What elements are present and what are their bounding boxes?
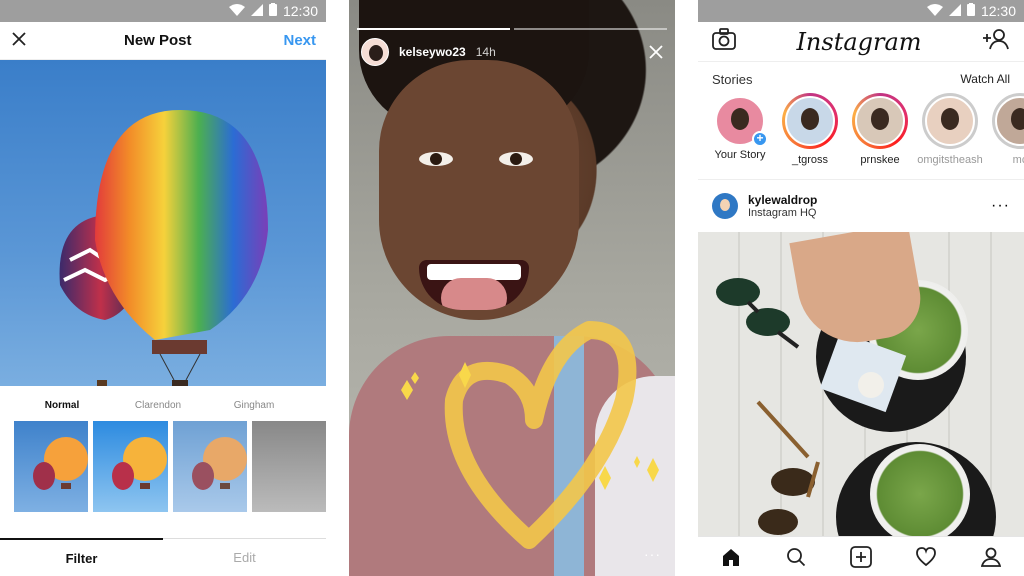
avatar-ring — [992, 93, 1024, 149]
avatar-ring — [922, 93, 978, 149]
filter-thumbnail-gingham[interactable] — [172, 421, 247, 512]
story-label: _tgross — [791, 154, 829, 166]
stories-header: Stories Watch All — [698, 62, 1024, 87]
filter-thumbnail-normal[interactable] — [14, 421, 89, 512]
wifi-icon — [926, 3, 943, 19]
instagram-logo: Instagram — [796, 27, 922, 56]
status-bar: 12:30 — [698, 0, 1024, 22]
avatar-ring — [782, 93, 838, 149]
filter-strip: Normal Clarendon Gingham — [0, 386, 326, 540]
story-item-omgitstheash[interactable]: omgitstheash — [917, 93, 983, 179]
heart-doodle-sticker — [401, 321, 659, 549]
avatar[interactable] — [712, 193, 738, 219]
status-time: 12:30 — [980, 3, 1016, 19]
search-icon[interactable] — [780, 541, 812, 573]
post-user-block: kylewaldrop Instagram HQ — [748, 193, 817, 219]
progress-segment — [357, 28, 510, 30]
add-post-icon[interactable] — [845, 541, 877, 573]
story-screen: 12:30 kelseywo23 14h ··· — [349, 0, 675, 576]
filter-thumbnail-clarendon[interactable] — [93, 421, 168, 512]
story-label: prnskee — [860, 154, 900, 166]
app-screenshots: 12:30 New Post Next Normal Clarendon Gin… — [0, 0, 1024, 576]
bottom-nav — [698, 536, 1024, 576]
story-username[interactable]: kelseywo23 — [399, 45, 466, 59]
tab-edit[interactable]: Edit — [163, 539, 326, 576]
post-image — [698, 232, 1024, 545]
filter-names: Normal Clarendon Gingham — [0, 400, 326, 411]
sunglasses-image — [716, 278, 820, 535]
signal-icon — [250, 3, 263, 19]
story-item-mc[interactable]: mc — [992, 93, 1024, 179]
add-user-icon[interactable] — [982, 28, 1010, 55]
tab-filter[interactable]: Filter — [0, 538, 163, 576]
filter-thumbnails — [0, 421, 326, 512]
story-item-your-story[interactable]: + Your Story — [712, 93, 768, 179]
feed-screen: 12:30 Instagram Stories Watch All + Your… — [698, 0, 1024, 576]
filter-thumbnail-next[interactable] — [251, 421, 326, 512]
filter-clarendon-label[interactable]: Clarendon — [110, 400, 206, 411]
story-progress — [357, 28, 667, 30]
story-item-prnskee[interactable]: prnskee — [852, 93, 908, 179]
editor-tabs: Filter Edit — [0, 538, 326, 576]
status-time: 12:30 — [282, 3, 318, 19]
avatar — [995, 96, 1024, 146]
more-options-icon[interactable]: ··· — [644, 546, 661, 562]
filter-normal-label[interactable]: Normal — [14, 400, 110, 411]
post-username[interactable]: kylewaldrop — [748, 193, 817, 207]
home-icon[interactable] — [715, 541, 747, 573]
profile-icon[interactable] — [975, 541, 1007, 573]
next-button[interactable]: Next — [283, 32, 316, 49]
feed-header: Instagram — [698, 22, 1024, 62]
stories-tray: + Your Story _tgross prnskee omgitstheas… — [698, 87, 1024, 179]
photo-preview — [0, 60, 326, 394]
progress-segment — [514, 28, 667, 30]
watch-all-link[interactable]: Watch All — [960, 72, 1010, 87]
camera-icon[interactable] — [712, 28, 736, 55]
close-icon[interactable] — [12, 29, 32, 52]
avatar — [925, 96, 975, 146]
close-icon[interactable] — [649, 42, 663, 65]
avatar[interactable] — [361, 38, 389, 66]
new-post-screen: 12:30 New Post Next Normal Clarendon Gin… — [0, 0, 326, 576]
battery-icon — [268, 3, 277, 19]
story-label: mc — [1012, 154, 1024, 166]
more-options-icon[interactable]: ··· — [991, 197, 1010, 215]
story-label: omgitstheash — [917, 154, 983, 166]
avatar-ring — [852, 93, 908, 149]
story-label: Your Story — [714, 149, 766, 161]
hot-air-balloons-image — [59, 110, 268, 394]
filter-gingham-label[interactable]: Gingham — [206, 400, 302, 411]
avatar — [855, 96, 905, 146]
battery-icon — [966, 3, 975, 19]
story-item-tgross[interactable]: _tgross — [782, 93, 838, 179]
page-title: New Post — [123, 32, 192, 49]
story-header[interactable]: kelseywo23 14h — [361, 38, 496, 66]
add-story-icon[interactable]: + — [752, 131, 768, 147]
status-bar: 12:30 — [0, 0, 326, 22]
wifi-icon — [228, 3, 245, 19]
signal-icon — [948, 3, 961, 19]
stories-title: Stories — [712, 72, 753, 87]
story-timestamp: 14h — [475, 45, 496, 59]
avatar — [785, 96, 835, 146]
new-post-header: New Post Next — [0, 22, 326, 60]
post-location[interactable]: Instagram HQ — [748, 207, 817, 219]
post-header: kylewaldrop Instagram HQ ··· — [698, 180, 1024, 232]
heart-icon[interactable] — [910, 541, 942, 573]
